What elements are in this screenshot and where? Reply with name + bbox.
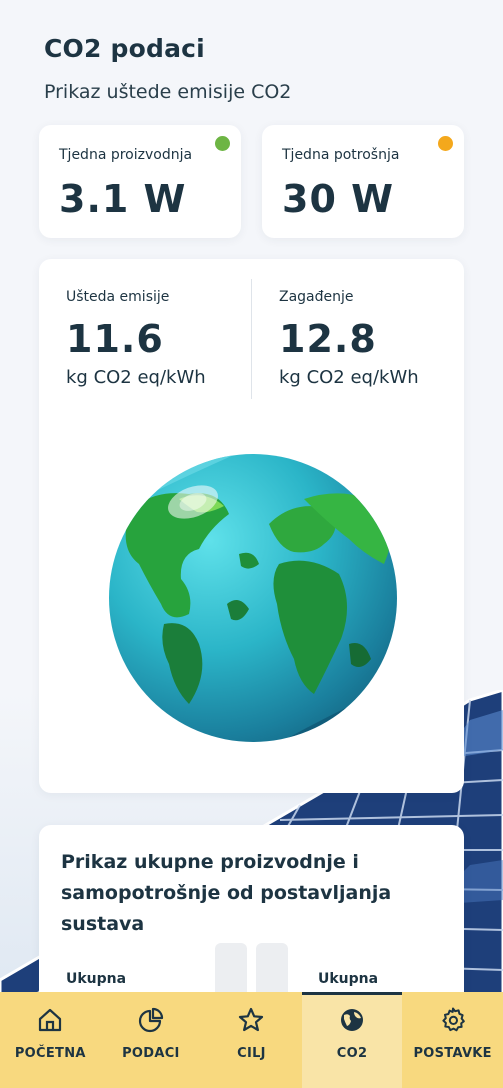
weekly-consumption-label: Tjedna potrošnja [282,147,400,163]
weekly-production-card: Tjedna proizvodnja 3.1 W [39,125,241,238]
nav-item-postavke[interactable]: POSTAVKE [402,992,503,1088]
emission-saving-unit: kg CO2 eq/kWh [66,367,206,388]
total-label-left: Ukupna [66,971,127,987]
home-icon [39,1008,62,1032]
emission-saving-column: Ušteda emisije 11.6 kg CO2 eq/kWh [66,289,206,388]
emission-card: Ušteda emisije 11.6 kg CO2 eq/kWh Zagađe… [39,259,464,793]
total-label-right: Ukupna [318,971,379,987]
globe-icon [341,1009,364,1031]
nav-label-pocetna: POČETNA [14,1046,86,1061]
pollution-unit: kg CO2 eq/kWh [279,367,419,388]
weekly-production-label: Tjedna proizvodnja [59,147,193,163]
page-title: CO2 podaci [44,34,205,63]
weekly-consumption-card: Tjedna potrošnja 30 W [262,125,464,238]
column-divider [251,279,252,399]
bottom-navigation: POČETNA PODACI CILJ CO2 POSTAVKE [0,992,503,1088]
pollution-label: Zagađenje [279,289,354,305]
nav-item-podaci[interactable]: PODACI [101,992,202,1088]
nav-label-postavke: POSTAVKE [413,1046,492,1061]
page-header: CO2 podaci Prikaz uštede emisije CO2 [44,34,291,103]
weekly-production-value: 3.1 W [59,177,187,221]
pollution-column: Zagađenje 12.8 kg CO2 eq/kWh [279,289,419,388]
pie-chart-icon [138,1007,163,1033]
production-status-dot [215,136,230,151]
nav-label-podaci: PODACI [122,1046,180,1061]
nav-item-pocetna[interactable]: POČETNA [0,992,101,1088]
pollution-value: 12.8 [279,317,377,361]
nav-item-cilj[interactable]: CILJ [201,992,302,1088]
summary-title: Prikaz ukupne proizvodnje i samopotrošnj… [61,851,392,935]
nav-label-cilj: CILJ [237,1046,266,1061]
gear-icon [442,1007,465,1032]
earth-globe-icon [109,454,397,742]
nav-label-co2: CO2 [336,1046,368,1061]
emission-saving-label: Ušteda emisije [66,289,170,305]
star-icon [239,1007,264,1032]
page-subtitle: Prikaz uštede emisije CO2 [44,81,292,103]
nav-item-co2[interactable]: CO2 [301,992,403,1088]
emission-saving-value: 11.6 [66,317,164,361]
weekly-consumption-value: 30 W [282,177,395,221]
consumption-status-dot [438,136,453,151]
